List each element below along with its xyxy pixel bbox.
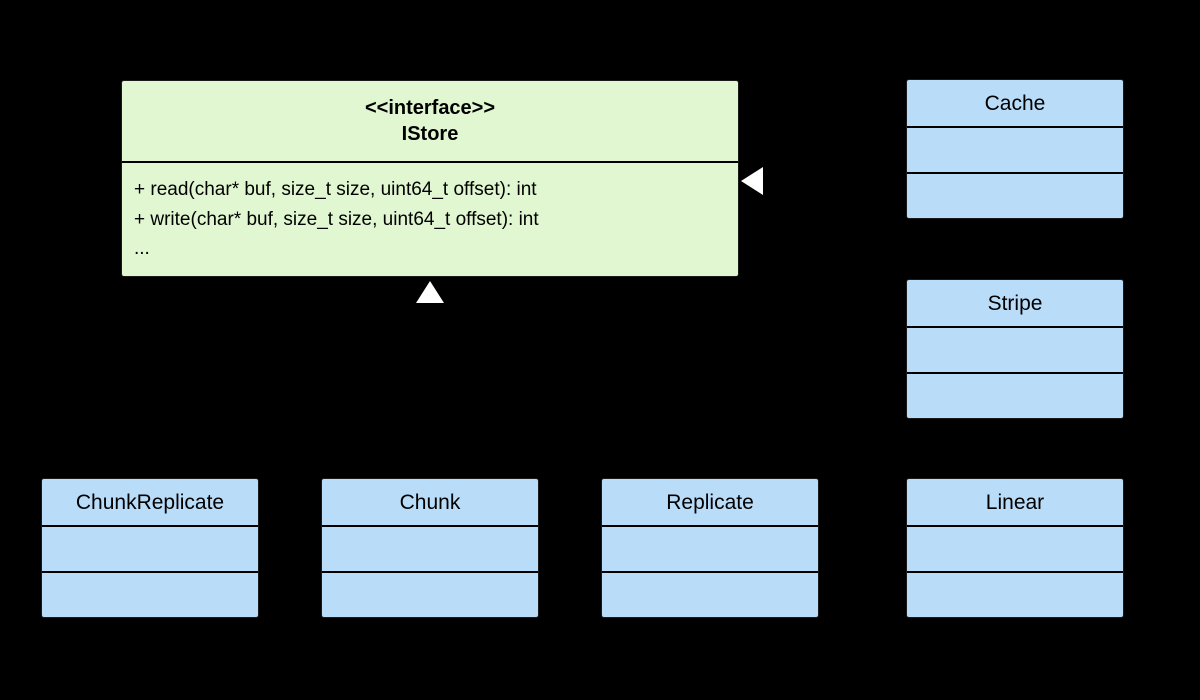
class-operations-compartment [602,571,818,617]
interface-operation-ellipsis: ... [134,238,150,260]
class-name-compartment: Replicate [666,490,754,514]
realization-triangle-left-icon [741,167,763,195]
class-attributes-compartment [322,525,538,571]
class-attributes-compartment [602,525,818,571]
diagram-canvas: <<interface>> IStore + read(char* buf, s… [0,0,1200,700]
class-box-chunk[interactable]: Chunk [321,478,539,618]
class-box-cache[interactable]: Cache [906,79,1124,219]
class-name-compartment: Linear [985,490,1045,514]
class-operations-compartment [907,372,1123,418]
class-name-compartment: ChunkReplicate [75,490,225,514]
class-box-chunkreplicate[interactable]: ChunkReplicate [41,478,259,618]
class-operations-compartment [907,172,1123,218]
interface-stereotype: <<interface>> [364,96,496,119]
interface-box-istore[interactable]: <<interface>> IStore + read(char* buf, s… [121,80,739,277]
class-attributes-compartment [907,525,1123,571]
class-name-compartment: Chunk [399,490,461,514]
interface-name: IStore [401,122,459,145]
class-operations-compartment [42,571,258,617]
interface-name-compartment: <<interface>> IStore [122,81,738,161]
class-attributes-compartment [907,126,1123,172]
interface-operation-write: + write(char* buf, size_t size, uint64_t… [134,208,539,230]
interface-operation-read: + read(char* buf, size_t size, uint64_t … [134,179,537,201]
class-operations-compartment [907,571,1123,617]
class-attributes-compartment [907,326,1123,372]
realization-triangle-up-icon [416,281,444,303]
class-box-stripe[interactable]: Stripe [906,279,1124,419]
class-attributes-compartment [42,525,258,571]
interface-operations-compartment: + read(char* buf, size_t size, uint64_t … [122,161,738,276]
class-name-compartment: Stripe [987,291,1043,315]
class-box-replicate[interactable]: Replicate [601,478,819,618]
class-name-compartment: Cache [984,91,1046,115]
class-operations-compartment [322,571,538,617]
class-box-linear[interactable]: Linear [906,478,1124,618]
